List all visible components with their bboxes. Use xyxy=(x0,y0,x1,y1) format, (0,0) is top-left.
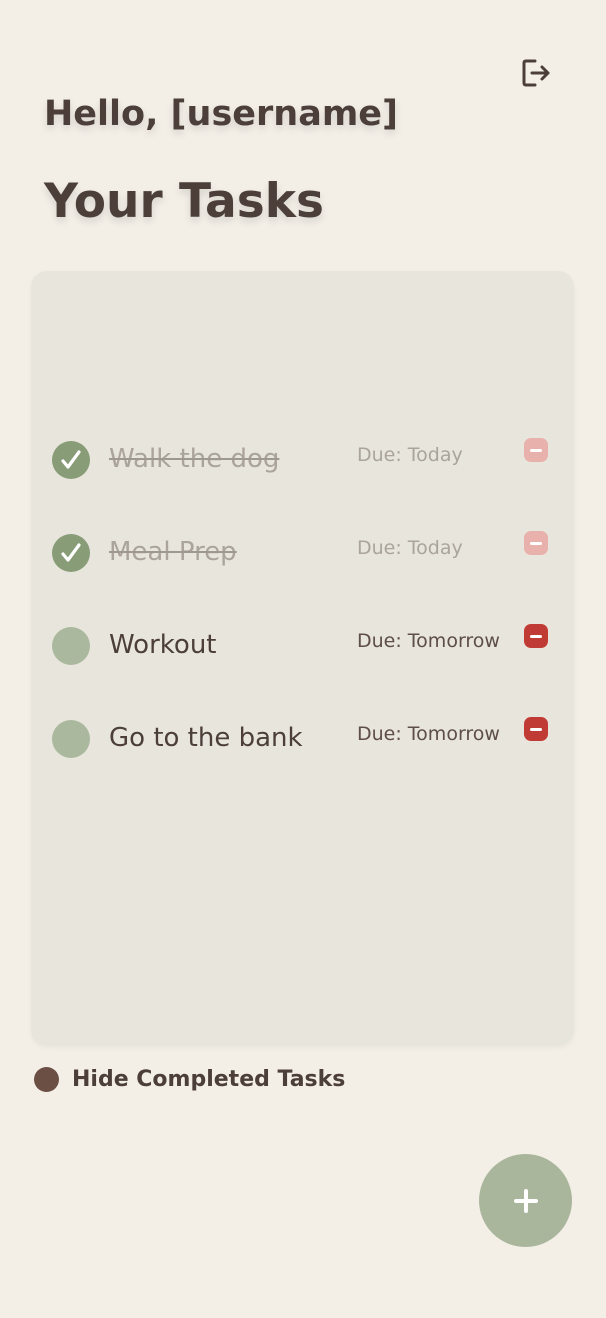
greeting: Hello, [username] xyxy=(44,94,399,134)
task-name: Meal Prep xyxy=(109,537,237,567)
logout-icon xyxy=(522,59,550,87)
delete-task-button[interactable] xyxy=(524,531,548,555)
task-row: Meal Prep Due: Today xyxy=(31,523,574,583)
task-checkbox[interactable] xyxy=(52,534,90,572)
page-title: Your Tasks xyxy=(44,174,324,229)
hide-completed-label: Hide Completed Tasks xyxy=(72,1066,346,1092)
task-checkbox[interactable] xyxy=(52,627,90,665)
task-name: Go to the bank xyxy=(109,723,303,753)
delete-task-button[interactable] xyxy=(524,438,548,462)
minus-icon xyxy=(530,541,542,545)
task-row: Walk the dog Due: Today xyxy=(31,430,574,490)
task-row: Workout Due: Tomorrow xyxy=(31,616,574,676)
add-task-button[interactable] xyxy=(479,1154,572,1247)
task-due-date: Due: Tomorrow xyxy=(357,723,500,745)
task-row: Go to the bank Due: Tomorrow xyxy=(31,709,574,769)
task-list: Walk the dog Due: Today Meal Prep Due: T… xyxy=(31,271,574,1046)
task-due-date: Due: Today xyxy=(357,444,463,466)
task-checkbox[interactable] xyxy=(52,441,90,479)
minus-icon xyxy=(530,448,542,452)
checkmark-icon xyxy=(61,543,81,562)
hide-completed-toggle[interactable]: Hide Completed Tasks xyxy=(34,1064,345,1094)
plus-icon xyxy=(513,1188,538,1213)
task-name: Workout xyxy=(109,630,217,660)
minus-icon xyxy=(530,634,542,638)
delete-task-button[interactable] xyxy=(524,624,548,648)
delete-task-button[interactable] xyxy=(524,717,548,741)
minus-icon xyxy=(530,727,542,731)
task-due-date: Due: Tomorrow xyxy=(357,630,500,652)
task-name: Walk the dog xyxy=(109,444,280,474)
checkmark-icon xyxy=(61,450,81,469)
logout-button[interactable] xyxy=(519,56,553,90)
toggle-indicator xyxy=(34,1066,59,1092)
task-checkbox[interactable] xyxy=(52,720,90,758)
task-due-date: Due: Today xyxy=(357,537,463,559)
